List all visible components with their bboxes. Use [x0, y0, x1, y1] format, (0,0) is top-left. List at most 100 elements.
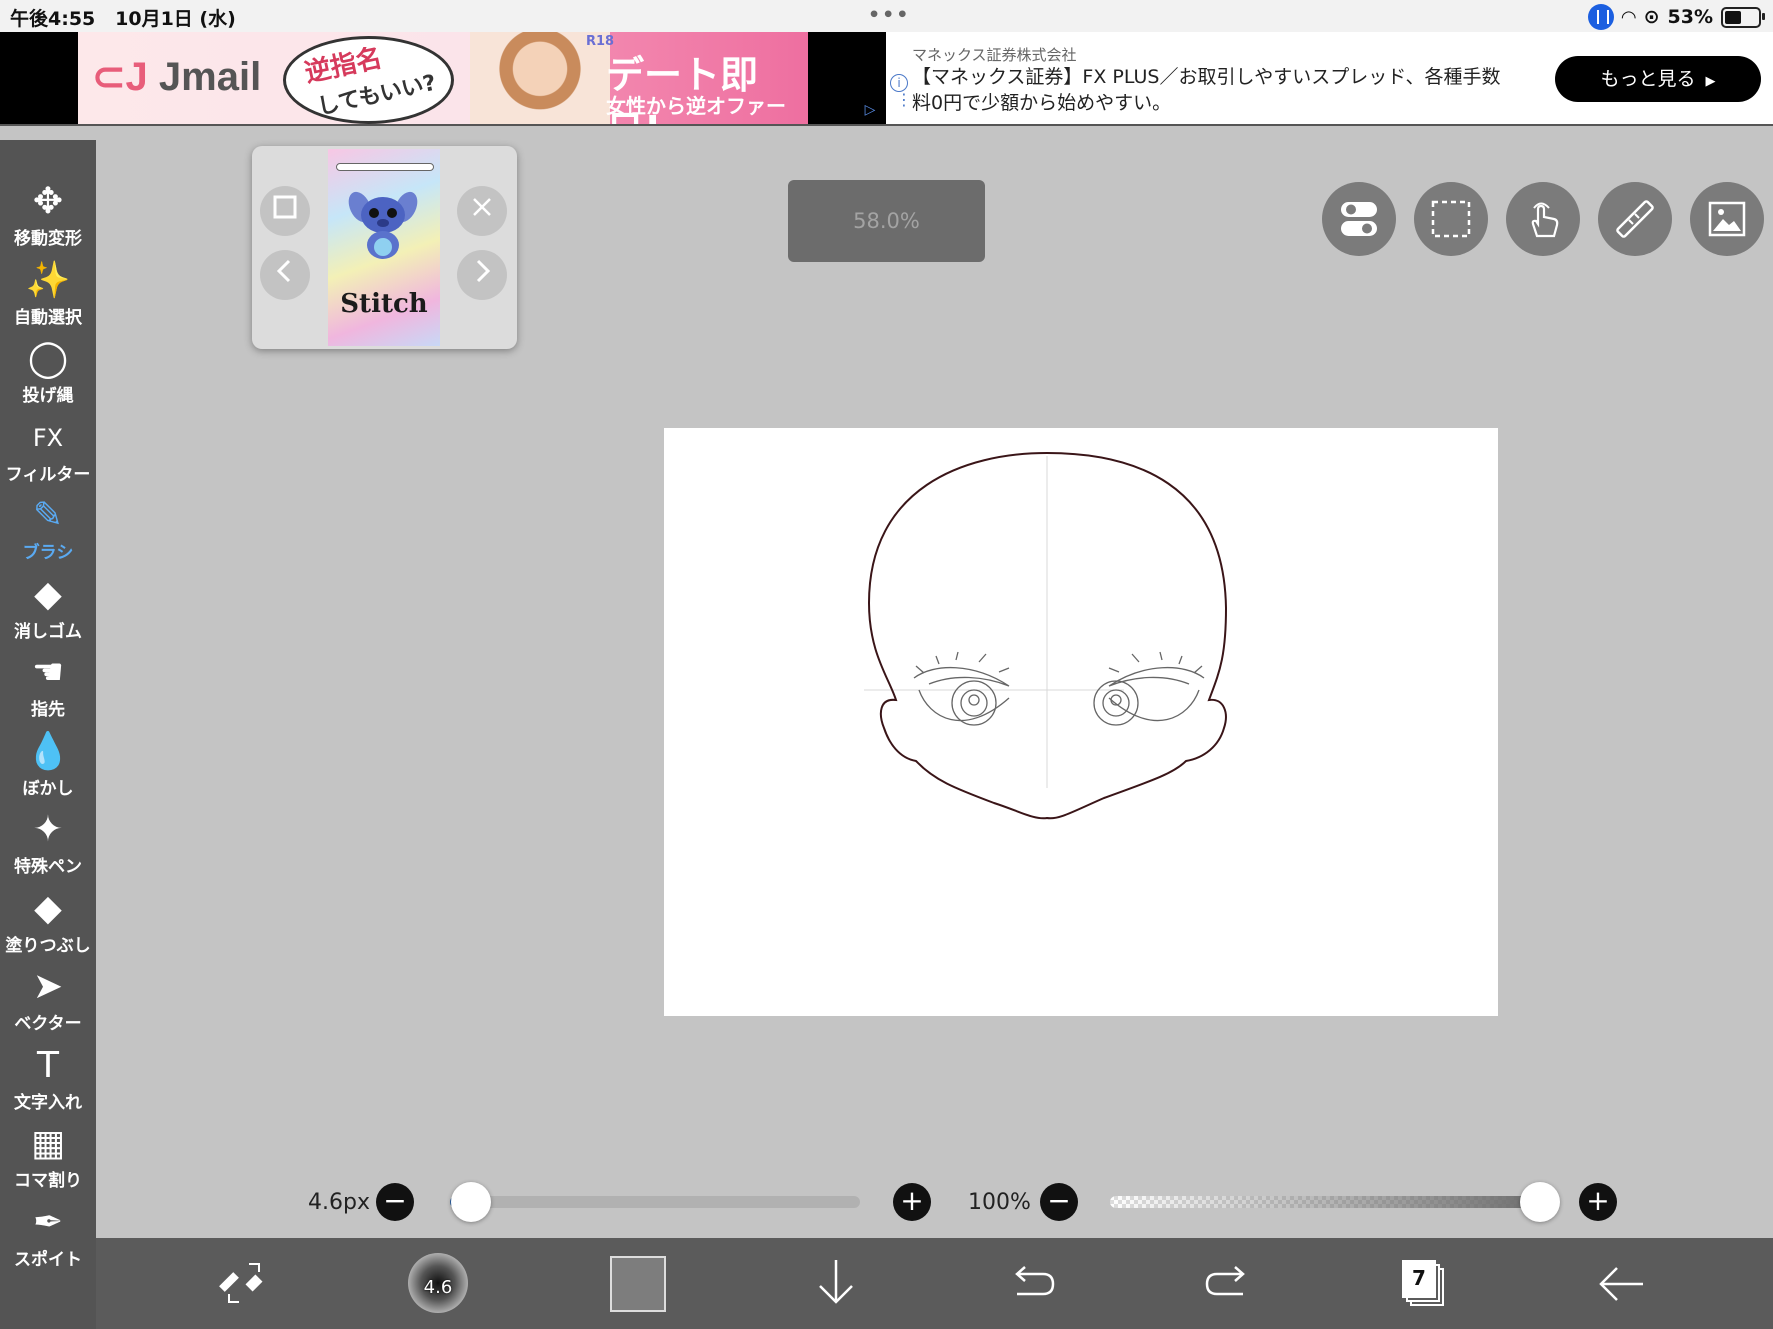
opacity-label: 100%	[968, 1190, 1031, 1215]
tool-lasso[interactable]: ◯ 投げ縄	[0, 335, 96, 413]
tool-blur-drop[interactable]: 💧 ぼかし	[0, 728, 96, 806]
opacity-increase-button[interactable]: +	[1579, 1183, 1617, 1221]
touch-gesture-button[interactable]	[1506, 182, 1580, 256]
ad-cta-label: もっと見る	[1600, 68, 1696, 90]
tool-move-transform[interactable]: ✥ 移動変形	[0, 178, 96, 256]
tool-label: 指先	[31, 700, 65, 720]
ad-sponsor: マネックス証券株式会社	[912, 46, 1077, 64]
vector-cursor-icon: ➤	[32, 966, 64, 1007]
finger-smudge-icon: ☚	[31, 652, 65, 693]
tool-frame-divide[interactable]: ▦ コマ割り	[0, 1120, 96, 1198]
minus-icon: −	[383, 1184, 407, 1217]
reference-image: Stitch	[328, 149, 440, 346]
fill-bucket-icon: ◆	[34, 887, 62, 929]
reference-title: Stitch	[340, 289, 428, 319]
chevron-left-icon	[276, 259, 291, 283]
ruler-button[interactable]	[1598, 182, 1672, 256]
arrow-down-icon	[819, 1260, 853, 1304]
opacity-decrease-button[interactable]: −	[1040, 1183, 1078, 1221]
brush-size-slider[interactable]	[450, 1196, 860, 1208]
tool-vector-cursor[interactable]: ➤ ベクター	[0, 963, 96, 1041]
ad-letterbox-left	[0, 32, 78, 124]
undo-icon	[1015, 1266, 1055, 1296]
status-time: 午後4:55 10月1日 (水)	[10, 8, 236, 30]
undo-button[interactable]	[992, 1238, 1072, 1329]
opacity-slider[interactable]	[1110, 1196, 1540, 1208]
tool-special-pen[interactable]: ✦ 特殊ペン	[0, 806, 96, 884]
adchoices-icon[interactable]: ▷	[860, 100, 880, 120]
reference-next-button[interactable]	[457, 250, 507, 300]
close-icon	[473, 198, 491, 216]
reference-prev-button[interactable]	[260, 250, 310, 300]
fx-filter-icon: FX	[32, 423, 64, 452]
battery-icon	[1721, 6, 1765, 28]
color-swatch-button[interactable]	[610, 1256, 666, 1312]
tool-label: 移動変形	[14, 229, 82, 249]
tool-brush[interactable]: ✎ ブラシ	[0, 492, 96, 570]
tool-label: スポイト	[14, 1249, 82, 1270]
brush-size-decrease-button[interactable]: −	[376, 1183, 414, 1221]
image-material-icon	[1708, 201, 1746, 237]
tool-fx-filter[interactable]: FX フィルター	[0, 414, 96, 492]
dashed-selection-icon	[1431, 200, 1471, 238]
ad-banner[interactable]: ⊂J Jmail 逆指名 してもいい? R18 デート即日! 女性から逆オファー…	[0, 32, 1773, 126]
tool-magic-wand[interactable]: ✨ 自動選択	[0, 257, 96, 335]
opacity-thumb[interactable]	[1520, 1182, 1560, 1222]
tool-eraser[interactable]: ◆ 消しゴム	[0, 571, 96, 649]
reference-fit-button[interactable]	[260, 186, 310, 236]
tool-label: ブラシ	[22, 543, 74, 563]
stitch-illustration	[348, 191, 418, 259]
lasso-icon: ◯	[27, 338, 69, 379]
ad-menu-dots-icon[interactable]: ⋮	[896, 92, 912, 108]
blur-drop-icon: 💧	[25, 730, 71, 772]
status-bar: 午後4:55 10月1日 (水) ••• ◠ ⊙ 53%	[0, 0, 1773, 32]
toggle-settings-button[interactable]	[1322, 182, 1396, 256]
orientation-lock-icon: ⊙	[1643, 6, 1660, 28]
reference-window[interactable]: Stitch	[252, 146, 517, 349]
brush-icon: ✎	[32, 495, 64, 536]
reference-drag-bar[interactable]	[336, 163, 434, 171]
tool-sidebar: ✥ 移動変形 ✨ 自動選択 ◯ 投げ縄 FX フィルター ✎ ブラシ ◆ 消しゴム ☚ 指先 💧 ぼかし ✦ 特殊…	[0, 140, 96, 1329]
drawing-canvas[interactable]	[664, 428, 1498, 1016]
battery-percent: 53%	[1667, 6, 1713, 28]
play-arrow-icon: ▶	[1705, 74, 1716, 89]
tool-label: 特殊ペン	[14, 857, 82, 877]
tool-label: 文字入れ	[14, 1092, 82, 1113]
swap-tool-button[interactable]	[204, 1238, 284, 1329]
text-icon: T	[37, 1044, 59, 1086]
brush-preview-button[interactable]: 4.6	[408, 1253, 468, 1313]
status-right: ◠ ⊙ 53%	[1587, 4, 1765, 30]
move-transform-icon: ✥	[32, 181, 64, 222]
tool-fill-bucket[interactable]: ◆ 塗りつぶし	[0, 885, 96, 963]
jmail-logo: ⊂J Jmail	[92, 55, 262, 99]
eraser-icon: ◆	[34, 573, 62, 615]
redo-button[interactable]	[1188, 1238, 1268, 1329]
layers-button[interactable]: 7	[1402, 1260, 1444, 1306]
ad-cta-button[interactable]: もっと見る ▶	[1555, 56, 1761, 102]
tool-label: 投げ縄	[22, 386, 74, 406]
tool-finger-smudge[interactable]: ☚ 指先	[0, 649, 96, 727]
magic-wand-icon: ✨	[25, 259, 71, 301]
square-icon	[273, 195, 297, 219]
chevron-right-icon	[476, 259, 491, 283]
tool-label: 自動選択	[14, 307, 82, 328]
selection-button[interactable]	[1414, 182, 1488, 256]
mic-indicator-icon	[1587, 4, 1614, 30]
plus-icon: +	[900, 1184, 924, 1217]
battery-fill	[1725, 10, 1741, 24]
eyedropper-icon: ✒	[32, 1201, 64, 1243]
brush-size-increase-button[interactable]: +	[893, 1183, 931, 1221]
tool-eyedropper[interactable]: ✒ スポイト	[0, 1199, 96, 1277]
wifi-icon: ◠	[1621, 6, 1636, 28]
reference-close-button[interactable]	[457, 186, 507, 236]
layer-merge-down-button[interactable]	[796, 1238, 876, 1329]
material-button[interactable]	[1690, 182, 1764, 256]
brush-preview-value: 4.6	[423, 1277, 453, 1298]
tool-label: ぼかし	[22, 778, 74, 799]
tool-text[interactable]: T 文字入れ	[0, 1042, 96, 1120]
redo-icon	[1205, 1266, 1245, 1296]
back-button[interactable]	[1582, 1238, 1662, 1329]
multitask-dots-icon[interactable]: •••	[868, 4, 910, 26]
brush-size-thumb[interactable]	[450, 1182, 491, 1222]
ad-image[interactable]: ⊂J Jmail 逆指名 してもいい? R18 デート即日! 女性から逆オファー	[78, 32, 808, 124]
